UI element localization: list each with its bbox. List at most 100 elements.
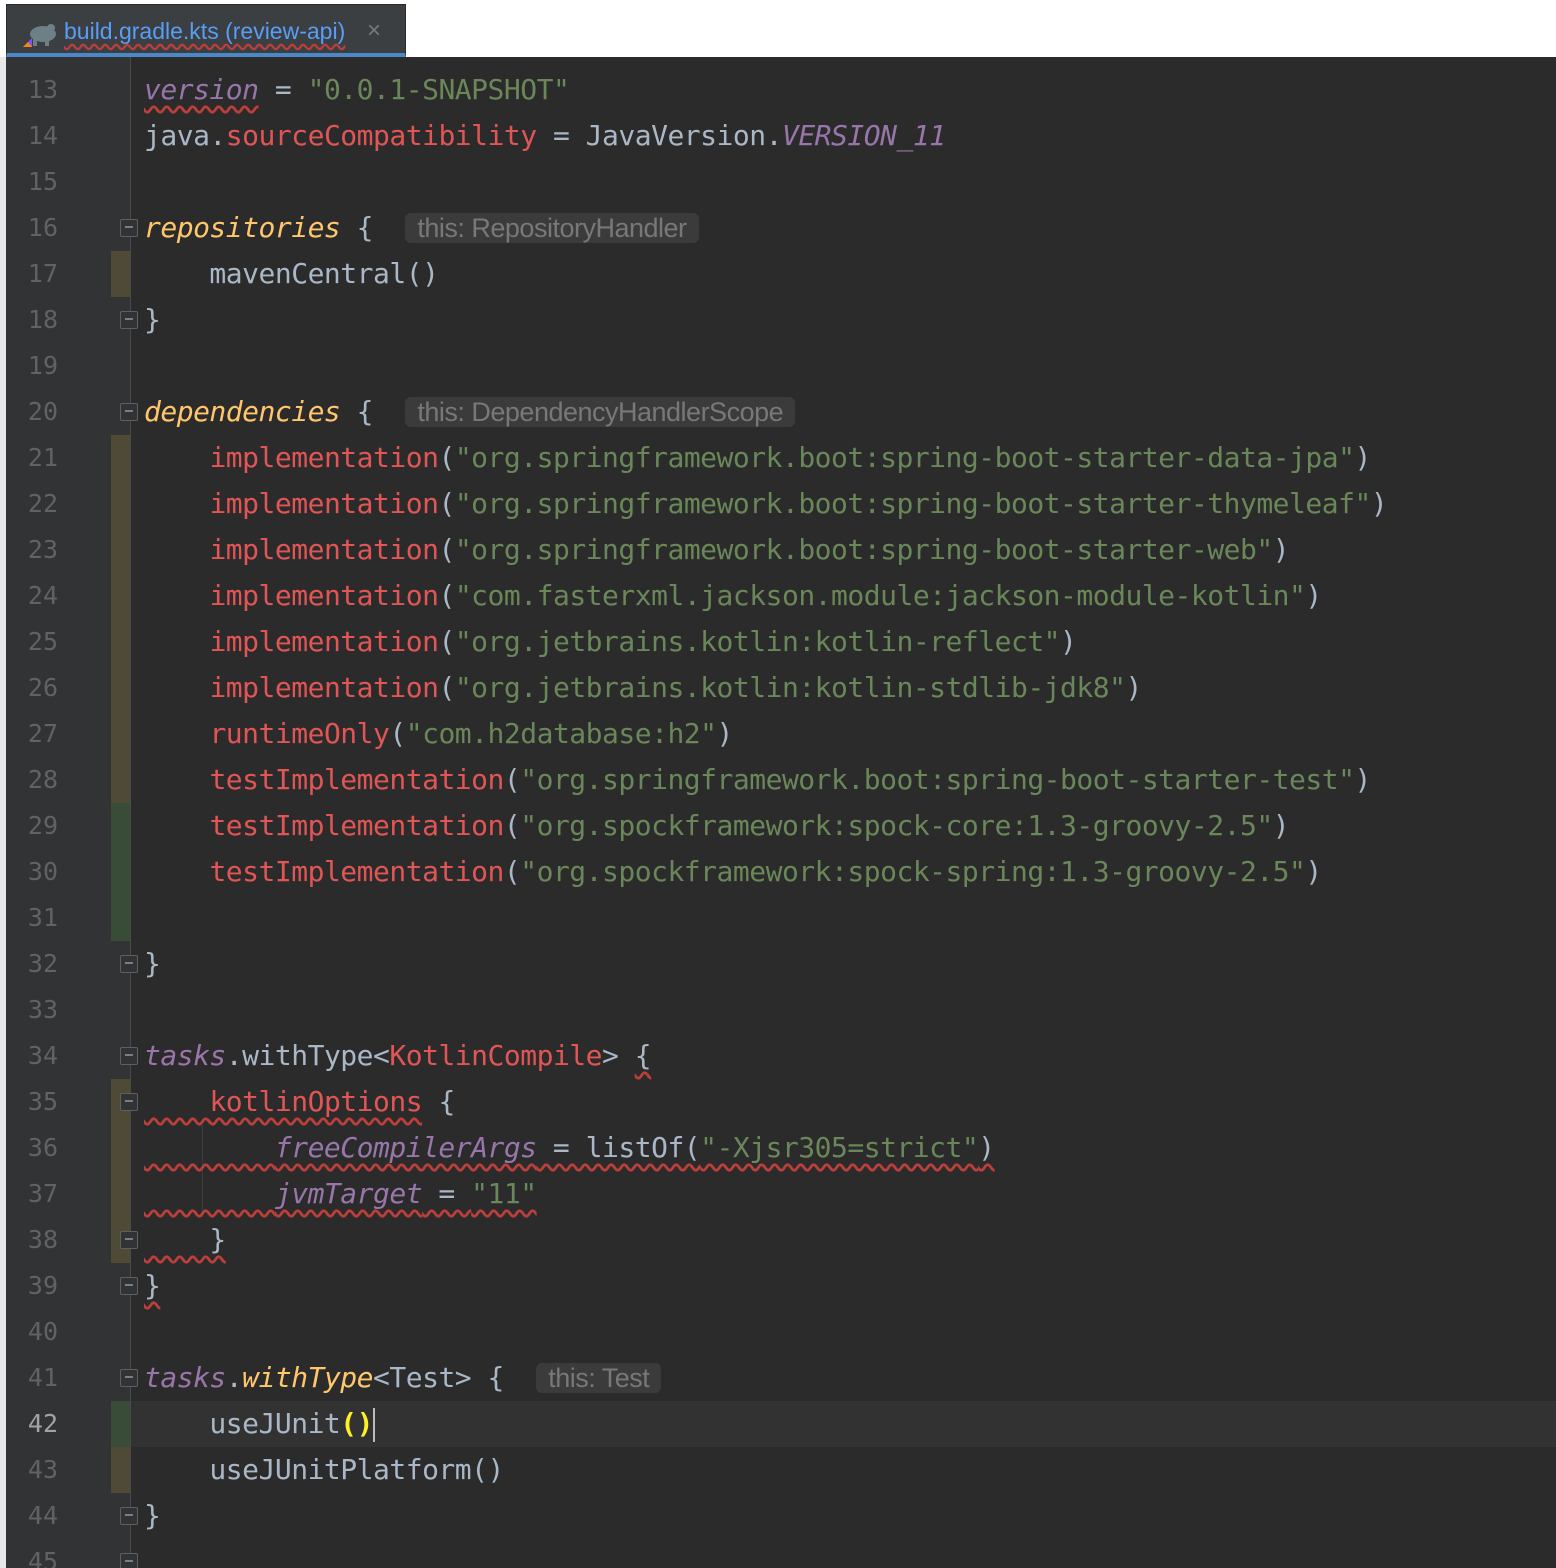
vcs-change-marker[interactable] xyxy=(111,711,130,757)
code-line[interactable]: 43 useJUnitPlatform() xyxy=(6,1447,1556,1493)
code-line[interactable]: 29 testImplementation("org.spockframewor… xyxy=(6,803,1556,849)
code-token: "org.springframework.boot:spring-boot-st… xyxy=(454,533,1273,566)
code-token: } xyxy=(144,1269,161,1302)
vcs-change-marker[interactable] xyxy=(111,895,130,941)
code-line[interactable]: 38 } xyxy=(6,1217,1556,1263)
code-token: ( xyxy=(438,671,455,704)
code-line[interactable]: 15 xyxy=(6,159,1556,205)
code-token: ( xyxy=(438,533,455,566)
vcs-change-marker[interactable] xyxy=(111,1447,130,1493)
vcs-change-marker[interactable] xyxy=(111,481,130,527)
code-token: version xyxy=(144,73,259,106)
vcs-change-marker[interactable] xyxy=(111,1125,130,1171)
code-line[interactable]: 36 freeCompilerArgs = listOf("-Xjsr305=s… xyxy=(6,1125,1556,1171)
code-token: testImplementation xyxy=(209,763,504,796)
code-line[interactable]: 45 xyxy=(6,1539,1556,1568)
fold-icon[interactable] xyxy=(120,1231,138,1249)
vcs-change-marker[interactable] xyxy=(111,573,130,619)
code-line[interactable]: 39} xyxy=(6,1263,1556,1309)
code-token: testImplementation xyxy=(209,855,504,888)
code-line[interactable]: 34 tasks.withType<KotlinCompile> { xyxy=(6,1033,1556,1079)
fold-icon[interactable] xyxy=(120,1277,138,1295)
vcs-change-marker[interactable] xyxy=(111,757,130,803)
fold-icon[interactable] xyxy=(120,219,138,237)
vcs-change-marker[interactable] xyxy=(111,1171,130,1217)
line-number: 16 xyxy=(27,213,58,242)
vcs-change-marker[interactable] xyxy=(111,803,130,849)
fold-icon[interactable] xyxy=(120,1047,138,1065)
code-token: ( xyxy=(438,487,455,520)
fold-icon[interactable] xyxy=(120,1507,138,1525)
line-number: 18 xyxy=(27,305,58,334)
code-line[interactable]: 23 implementation("org.springframework.b… xyxy=(6,527,1556,573)
code-line[interactable]: 26 implementation("org.jetbrains.kotlin:… xyxy=(6,665,1556,711)
line-number: 21 xyxy=(27,443,58,472)
code-text: testImplementation("org.spockframework:s… xyxy=(144,855,1322,888)
code-text: implementation("org.springframework.boot… xyxy=(144,533,1289,566)
code-line[interactable]: 31 xyxy=(6,895,1556,941)
code-line[interactable]: 33 xyxy=(6,987,1556,1033)
vcs-change-marker[interactable] xyxy=(111,849,130,895)
code-token: = xyxy=(258,73,308,106)
code-text: implementation("org.springframework.boot… xyxy=(144,487,1387,520)
code-token: mavenCentral() xyxy=(144,257,439,290)
code-line[interactable]: 32} xyxy=(6,941,1556,987)
fold-icon[interactable] xyxy=(120,403,138,421)
code-text: kotlinOptions { xyxy=(144,1085,455,1118)
code-token: useJUnitPlatform() xyxy=(144,1453,504,1486)
code-token: kotlinOptions xyxy=(209,1085,423,1118)
code-editor[interactable]: 13 version = "0.0.1-SNAPSHOT" 14 java.sourc… xyxy=(6,57,1556,1568)
code-line[interactable]: 13 version = "0.0.1-SNAPSHOT" xyxy=(6,67,1556,113)
code-line[interactable]: 17 mavenCentral() xyxy=(6,251,1556,297)
code-line[interactable]: 27 runtimeOnly("com.h2database:h2") xyxy=(6,711,1556,757)
code-line[interactable]: 16 repositories { this: RepositoryHandler xyxy=(6,205,1556,251)
code-token: "org.springframework.boot:spring-boot-st… xyxy=(454,441,1355,474)
vcs-change-marker[interactable] xyxy=(111,251,130,297)
code-token: useJUnit xyxy=(144,1407,341,1440)
line-number: 17 xyxy=(27,259,58,288)
code-token: } xyxy=(144,1223,226,1256)
vcs-change-marker[interactable] xyxy=(111,665,130,711)
code-text: } xyxy=(144,1223,226,1256)
code-text: mavenCentral() xyxy=(144,257,439,290)
line-number: 14 xyxy=(27,121,58,150)
code-token: ( xyxy=(438,579,455,612)
code-token: } xyxy=(144,303,161,336)
code-line[interactable]: 14 java.sourceCompatibility = JavaVersion… xyxy=(6,113,1556,159)
code-line[interactable]: 28 testImplementation("org.springframewo… xyxy=(6,757,1556,803)
vcs-change-marker[interactable] xyxy=(111,527,130,573)
code-line[interactable]: 24 implementation("com.fasterxml.jackson… xyxy=(6,573,1556,619)
editor-tab-build-gradle[interactable]: build.gradle.kts (review-api) × xyxy=(6,4,406,57)
vcs-change-marker[interactable] xyxy=(111,435,130,481)
code-line[interactable]: 41 tasks.withType<Test> { this: Test xyxy=(6,1355,1556,1401)
code-line[interactable]: 22 implementation("org.springframework.b… xyxy=(6,481,1556,527)
code-line[interactable]: 21 implementation("org.springframework.b… xyxy=(6,435,1556,481)
code-line[interactable]: 25 implementation("org.jetbrains.kotlin:… xyxy=(6,619,1556,665)
code-token: ) xyxy=(1354,763,1371,796)
code-line[interactable]: 37 jvmTarget = "11" xyxy=(6,1171,1556,1217)
vcs-change-marker[interactable] xyxy=(111,1401,130,1447)
code-line[interactable]: 18} xyxy=(6,297,1556,343)
fold-icon[interactable] xyxy=(120,955,138,973)
code-line[interactable]: 44} xyxy=(6,1493,1556,1539)
code-line[interactable]: 30 testImplementation("org.spockframewor… xyxy=(6,849,1556,895)
line-number: 39 xyxy=(27,1271,58,1300)
fold-icon[interactable] xyxy=(120,1093,138,1111)
code-token: ) xyxy=(1305,579,1322,612)
code-line[interactable]: 42 useJUnit() xyxy=(6,1401,1556,1447)
fold-icon[interactable] xyxy=(120,311,138,329)
close-icon[interactable]: × xyxy=(367,17,381,45)
line-number: 42 xyxy=(27,1409,58,1438)
code-token: implementation xyxy=(209,579,439,612)
fold-icon[interactable] xyxy=(120,1553,138,1568)
code-line[interactable]: 19 xyxy=(6,343,1556,389)
code-line[interactable]: 40 xyxy=(6,1309,1556,1355)
code-line[interactable]: 35 kotlinOptions { xyxy=(6,1079,1556,1125)
code-line[interactable]: 20 dependencies { this: DependencyHandler… xyxy=(6,389,1556,435)
ide-window: build.gradle.kts (review-api) × 13 versio… xyxy=(0,0,1556,1568)
vcs-change-marker[interactable] xyxy=(111,619,130,665)
fold-icon[interactable] xyxy=(120,1369,138,1387)
code-token: "-Xjsr305=strict" xyxy=(700,1131,979,1164)
